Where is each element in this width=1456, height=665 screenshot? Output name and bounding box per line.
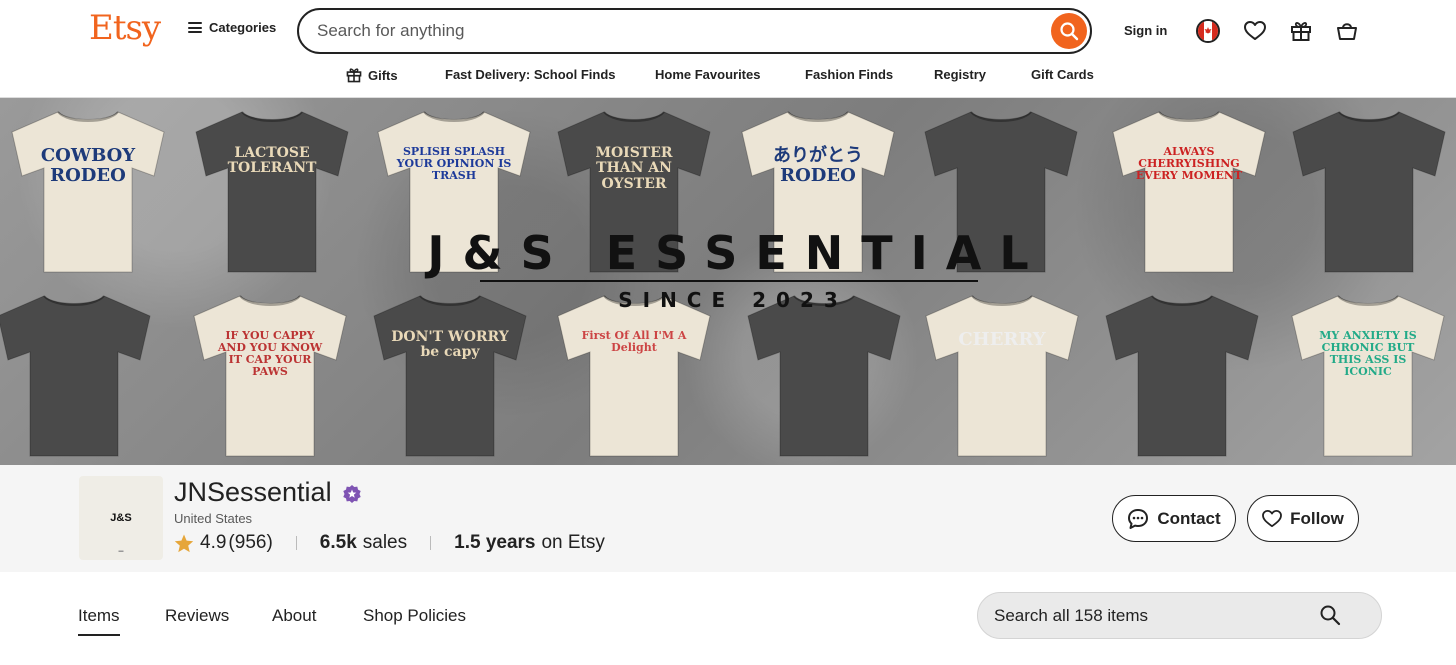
etsy-logo[interactable]: Etsy xyxy=(89,8,161,48)
verified-badge-icon xyxy=(343,485,361,503)
shop-location: United States xyxy=(174,511,253,526)
tshirt-print-text: COWBOY RODEO xyxy=(40,145,136,186)
shop-name[interactable]: JNSessential xyxy=(174,477,332,508)
shop-logo-text: J&S xyxy=(110,512,132,524)
banner-title: J&S ESSENTIAL xyxy=(427,226,1047,280)
contact-label: Contact xyxy=(1157,508,1221,528)
menu-icon xyxy=(188,22,202,33)
tab-shop-policies[interactable]: Shop Policies xyxy=(363,606,466,626)
gift-icon xyxy=(346,68,362,83)
favorites-heart-icon[interactable] xyxy=(1243,19,1267,43)
star-icon xyxy=(174,534,194,552)
gift-icon[interactable] xyxy=(1289,19,1313,43)
tshirt-print-text: MY ANXIETY IS CHRONIC BUT THIS ASS IS IC… xyxy=(1319,329,1417,379)
tab-reviews[interactable]: Reviews xyxy=(165,606,229,626)
chat-bubble-icon xyxy=(1128,508,1149,529)
tshirt-print-text: DON'T WORRY be capy xyxy=(391,329,509,361)
tshirt-print-text: ありがとう RODEO xyxy=(773,145,863,186)
shop-info-bar: J&S ▬ JNSessential United States 4.9 (95… xyxy=(0,465,1456,572)
product-tshirt-graphic xyxy=(1098,290,1266,460)
product-tshirt-graphic xyxy=(740,290,908,460)
banner-subtitle: SINCE 2023 xyxy=(618,288,848,312)
product-tshirt-graphic xyxy=(0,290,158,460)
shop-logo-mark: ▬ xyxy=(118,548,124,554)
tshirt-print-text: LACTOSE TOLERANT xyxy=(227,145,317,177)
product-tshirt-graphic: CHERRY xyxy=(918,290,1086,460)
search-icon[interactable] xyxy=(1319,604,1341,626)
years-value: 1.5 years xyxy=(454,532,536,553)
stats-divider xyxy=(295,536,297,550)
nav-home-favourites[interactable]: Home Favourites xyxy=(655,67,760,82)
follow-button[interactable]: Follow xyxy=(1247,495,1359,542)
product-tshirt-graphic: IF YOU CAPPY AND YOU KNOW IT CAP YOUR PA… xyxy=(186,290,354,460)
tshirt-print-text: CHERRY xyxy=(958,329,1046,350)
shop-rating: 4.9 xyxy=(200,532,227,553)
tshirt-print-text: MOISTER THAN AN OYSTER xyxy=(595,145,673,192)
nav-gifts-label: Gifts xyxy=(368,67,398,83)
nav-registry[interactable]: Registry xyxy=(934,67,986,82)
shop-stats: 4.9 (956) 6.5k sales 1.5 years on Etsy xyxy=(174,532,605,554)
categories-button[interactable]: Categories xyxy=(188,20,276,35)
years-label: on Etsy xyxy=(541,532,605,553)
search-bar xyxy=(297,8,1092,54)
nav-gifts[interactable]: Gifts xyxy=(346,67,398,83)
shop-search-input[interactable] xyxy=(994,593,1314,638)
nav-gift-cards[interactable]: Gift Cards xyxy=(1031,67,1094,82)
nav-fast-delivery[interactable]: Fast Delivery: School Finds xyxy=(445,67,616,82)
secondary-nav: Gifts Fast Delivery: School Finds Home F… xyxy=(0,62,1456,96)
sales-value: 6.5k xyxy=(319,532,357,553)
categories-label: Categories xyxy=(209,20,277,35)
tshirt-print-text: First Of All I'M A Delight xyxy=(581,329,687,355)
tshirt-print-text: SPLISH SPLASH YOUR OPINION IS TRASH xyxy=(396,145,512,183)
tshirt-print-text: IF YOU CAPPY AND YOU KNOW IT CAP YOUR PA… xyxy=(217,329,323,379)
tab-items[interactable]: Items xyxy=(78,606,120,636)
search-button[interactable] xyxy=(1051,13,1087,49)
nav-fashion-finds[interactable]: Fashion Finds xyxy=(805,67,893,82)
heart-icon xyxy=(1262,509,1282,527)
product-tshirt-graphic: DON'T WORRY be capy xyxy=(366,290,534,460)
search-icon xyxy=(1060,22,1079,41)
sign-in-link[interactable]: Sign in xyxy=(1124,23,1167,38)
follow-label: Follow xyxy=(1290,508,1344,528)
sales-label: sales xyxy=(362,532,408,553)
tshirt-print-text: ALWAYS CHERRYISHING EVERY MOMENT xyxy=(1135,145,1243,183)
shop-tabs: Items Reviews About Shop Policies xyxy=(0,572,1456,665)
contact-button[interactable]: Contact xyxy=(1112,495,1236,542)
shop-search-bar xyxy=(977,592,1382,639)
shop-banner: COWBOY RODEO LACTOSE TOLERANT SPLISH SPLAS… xyxy=(0,97,1456,465)
cart-icon[interactable] xyxy=(1335,19,1359,43)
stats-divider xyxy=(430,536,432,550)
search-input[interactable] xyxy=(317,10,1017,52)
shop-logo[interactable]: J&S ▬ xyxy=(79,476,163,560)
shop-reviews-count[interactable]: (956) xyxy=(228,532,272,554)
product-tshirt-graphic: MY ANXIETY IS CHRONIC BUT THIS ASS IS IC… xyxy=(1284,290,1452,460)
top-header: Etsy Categories Sign in xyxy=(0,0,1456,62)
banner-divider xyxy=(480,280,978,282)
tab-about[interactable]: About xyxy=(272,606,316,626)
product-tshirt-graphic: First Of All I'M A Delight xyxy=(550,290,718,460)
canada-flag-icon[interactable] xyxy=(1196,19,1220,43)
